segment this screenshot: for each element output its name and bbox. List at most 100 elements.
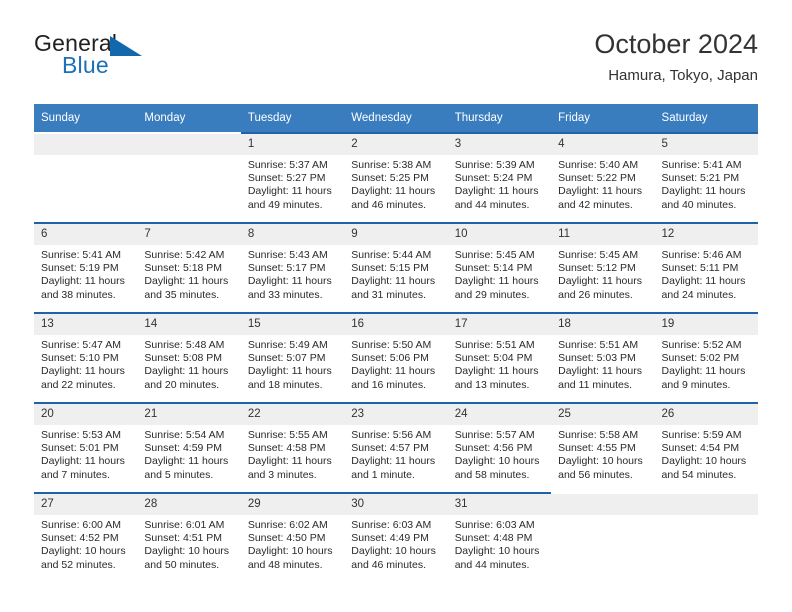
sunset-text: Sunset: 5:27 PM: [247, 172, 326, 185]
day-number: 25: [551, 404, 655, 425]
calendar-day-cell[interactable]: 30 Sunrise: 6:03 AM Sunset: 4:49 PM Dayligh…: [344, 492, 448, 582]
weekday-header-tuesday: Tuesday: [240, 104, 345, 133]
sunrise-text: Sunrise: 6:00 AM: [41, 519, 121, 531]
day-number: 18: [551, 314, 655, 335]
calendar-day-cell[interactable]: 11 Sunrise: 5:45 AM Sunset: 5:12 PM Dayligh…: [551, 222, 655, 313]
calendar-day-cell[interactable]: 22 Sunrise: 5:55 AM Sunset: 4:58 PM Dayligh…: [240, 402, 345, 493]
sunset-text: Sunset: 4:48 PM: [454, 532, 533, 545]
calendar-page: General Blue October 2024 Hamura, Tokyo,…: [0, 0, 792, 612]
weekday-header-sunday: Sunday: [34, 104, 138, 133]
calendar-day-cell[interactable]: 17 Sunrise: 5:51 AM Sunset: 5:04 PM Dayligh…: [447, 312, 552, 403]
sunrise-text: Sunrise: 5:58 AM: [558, 429, 639, 441]
daylight-text: Daylight: 11 hours and 16 minutes.: [351, 365, 436, 391]
sunset-text: Sunset: 4:50 PM: [247, 532, 326, 545]
daylight-text: Daylight: 10 hours and 44 minutes.: [454, 545, 540, 571]
daylight-text: Daylight: 11 hours and 38 minutes.: [41, 275, 125, 301]
day-details: Sunrise: 5:38 AM Sunset: 5:25 PM Daylight:…: [344, 155, 447, 212]
day-details: Sunrise: 5:55 AM Sunset: 4:58 PM Daylight:…: [241, 425, 344, 482]
day-details: Sunrise: 5:57 AM Sunset: 4:56 PM Daylight:…: [448, 425, 551, 482]
day-number: 26: [654, 404, 758, 425]
daylight-text: Daylight: 10 hours and 48 minutes.: [247, 545, 333, 571]
sunset-text: Sunset: 5:11 PM: [661, 262, 739, 275]
sunrise-text: Sunrise: 5:39 AM: [454, 159, 535, 171]
sunset-text: Sunset: 4:51 PM: [144, 532, 223, 545]
day-number: 2: [344, 134, 448, 155]
day-details: Sunrise: 5:41 AM Sunset: 5:19 PM Daylight:…: [34, 245, 137, 302]
calendar-day-cell[interactable]: 6 Sunrise: 5:41 AM Sunset: 5:19 PM Daylight…: [34, 222, 138, 313]
day-number: [34, 134, 138, 155]
sunset-text: Sunset: 4:52 PM: [41, 532, 119, 545]
day-number: 21: [137, 404, 241, 425]
sunset-text: Sunset: 5:21 PM: [661, 172, 740, 185]
calendar-day-cell[interactable]: 31 Sunrise: 6:03 AM Sunset: 4:48 PM Dayligh…: [447, 492, 552, 582]
day-details: Sunrise: 5:40 AM Sunset: 5:22 PM Daylight:…: [551, 155, 654, 212]
calendar-day-cell[interactable]: 18 Sunrise: 5:51 AM Sunset: 5:03 PM Dayligh…: [551, 312, 655, 403]
day-number: 9: [344, 224, 448, 245]
sunset-text: Sunset: 5:02 PM: [661, 352, 740, 365]
daylight-text: Daylight: 11 hours and 22 minutes.: [41, 365, 125, 391]
sunrise-text: Sunrise: 5:42 AM: [144, 249, 225, 261]
day-number: 20: [34, 404, 138, 425]
calendar-week-row: 27 Sunrise: 6:00 AM Sunset: 4:52 PM Dayligh…: [34, 492, 758, 582]
calendar-table: Sunday Monday Tuesday Wednesday Thursday Frid…: [34, 104, 758, 582]
calendar-day-cell[interactable]: 1 Sunrise: 5:37 AM Sunset: 5:27 PM Daylight…: [240, 132, 345, 223]
calendar-day-cell[interactable]: 2 Sunrise: 5:38 AM Sunset: 5:25 PM Daylight…: [344, 132, 448, 223]
sunrise-text: Sunrise: 5:57 AM: [454, 429, 535, 441]
calendar-day-cell[interactable]: 25 Sunrise: 5:58 AM Sunset: 4:55 PM Dayligh…: [551, 402, 655, 493]
calendar-day-cell[interactable]: 24 Sunrise: 5:57 AM Sunset: 4:56 PM Dayligh…: [447, 402, 552, 493]
calendar-day-cell[interactable]: 9 Sunrise: 5:44 AM Sunset: 5:15 PM Daylight…: [344, 222, 448, 313]
day-details: Sunrise: 5:56 AM Sunset: 4:57 PM Daylight:…: [344, 425, 447, 482]
daylight-text: Daylight: 11 hours and 40 minutes.: [661, 185, 746, 211]
brand-logo[interactable]: General Blue: [34, 30, 214, 86]
calendar-day-cell[interactable]: 4 Sunrise: 5:40 AM Sunset: 5:22 PM Daylight…: [551, 132, 655, 223]
calendar-day-cell[interactable]: 20 Sunrise: 5:53 AM Sunset: 5:01 PM Dayligh…: [34, 402, 138, 493]
calendar-day-cell[interactable]: 21 Sunrise: 5:54 AM Sunset: 4:59 PM Dayligh…: [137, 402, 241, 493]
daylight-text: Daylight: 11 hours and 9 minutes.: [661, 365, 746, 391]
calendar-day-cell[interactable]: 8 Sunrise: 5:43 AM Sunset: 5:17 PM Daylight…: [240, 222, 345, 313]
calendar-day-cell[interactable]: 29 Sunrise: 6:02 AM Sunset: 4:50 PM Dayligh…: [240, 492, 345, 582]
day-details: Sunrise: 5:42 AM Sunset: 5:18 PM Daylight:…: [137, 245, 240, 302]
calendar-day-cell[interactable]: 5 Sunrise: 5:41 AM Sunset: 5:21 PM Daylight…: [654, 132, 758, 223]
brand-triangle-icon: [110, 36, 142, 56]
sunrise-text: Sunrise: 5:45 AM: [558, 249, 639, 261]
sunset-text: Sunset: 5:06 PM: [351, 352, 429, 365]
calendar-header-row: Sunday Monday Tuesday Wednesday Thursday Frid…: [34, 104, 758, 133]
daylight-text: Daylight: 10 hours and 56 minutes.: [558, 455, 643, 481]
sunrise-text: Sunrise: 5:41 AM: [41, 249, 121, 261]
calendar-day-cell[interactable]: 16 Sunrise: 5:50 AM Sunset: 5:06 PM Dayligh…: [344, 312, 448, 403]
day-number: 19: [654, 314, 758, 335]
sunrise-text: Sunrise: 5:55 AM: [247, 429, 328, 441]
sunrise-text: Sunrise: 6:02 AM: [247, 519, 328, 531]
location-subtitle: Hamura, Tokyo, Japan: [608, 67, 758, 84]
day-number: 14: [137, 314, 241, 335]
calendar-day-cell[interactable]: 15 Sunrise: 5:49 AM Sunset: 5:07 PM Dayligh…: [240, 312, 345, 403]
sunset-text: Sunset: 4:49 PM: [351, 532, 429, 545]
weekday-header-monday: Monday: [137, 104, 241, 133]
calendar-day-cell[interactable]: 19 Sunrise: 5:52 AM Sunset: 5:02 PM Dayligh…: [654, 312, 758, 403]
calendar-day-cell[interactable]: 13 Sunrise: 5:47 AM Sunset: 5:10 PM Dayligh…: [34, 312, 138, 403]
page-title: October 2024: [594, 29, 758, 59]
calendar-day-cell[interactable]: 23 Sunrise: 5:56 AM Sunset: 4:57 PM Dayligh…: [344, 402, 448, 493]
sunrise-text: Sunrise: 5:52 AM: [661, 339, 742, 351]
calendar-day-cell[interactable]: 3 Sunrise: 5:39 AM Sunset: 5:24 PM Daylight…: [447, 132, 552, 223]
day-details: Sunrise: 5:49 AM Sunset: 5:07 PM Daylight:…: [241, 335, 344, 392]
calendar-day-cell[interactable]: 12 Sunrise: 5:46 AM Sunset: 5:11 PM Dayligh…: [654, 222, 758, 313]
calendar-day-cell[interactable]: 26 Sunrise: 5:59 AM Sunset: 4:54 PM Dayligh…: [654, 402, 758, 493]
daylight-text: Daylight: 11 hours and 33 minutes.: [247, 275, 332, 301]
day-number: 5: [654, 134, 758, 155]
sunrise-text: Sunrise: 5:45 AM: [454, 249, 535, 261]
calendar-day-cell[interactable]: 14 Sunrise: 5:48 AM Sunset: 5:08 PM Dayligh…: [137, 312, 241, 403]
day-details: Sunrise: 5:48 AM Sunset: 5:08 PM Daylight:…: [137, 335, 240, 392]
brand-name-blue: Blue: [62, 52, 109, 78]
day-details: Sunrise: 5:51 AM Sunset: 5:04 PM Daylight:…: [448, 335, 551, 392]
daylight-text: Daylight: 11 hours and 31 minutes.: [351, 275, 436, 301]
calendar-day-cell[interactable]: 28 Sunrise: 6:01 AM Sunset: 4:51 PM Dayligh…: [137, 492, 241, 582]
day-details: Sunrise: 6:03 AM Sunset: 4:49 PM Daylight:…: [344, 515, 447, 572]
calendar-day-cell[interactable]: 27 Sunrise: 6:00 AM Sunset: 4:52 PM Dayligh…: [34, 492, 138, 582]
calendar-day-cell[interactable]: 7 Sunrise: 5:42 AM Sunset: 5:18 PM Daylight…: [137, 222, 241, 313]
daylight-text: Daylight: 11 hours and 46 minutes.: [351, 185, 436, 211]
weekday-header-thursday: Thursday: [447, 104, 552, 133]
calendar-day-cell[interactable]: 10 Sunrise: 5:45 AM Sunset: 5:14 PM Dayligh…: [447, 222, 552, 313]
daylight-text: Daylight: 11 hours and 44 minutes.: [454, 185, 539, 211]
daylight-text: Daylight: 10 hours and 50 minutes.: [144, 545, 230, 571]
